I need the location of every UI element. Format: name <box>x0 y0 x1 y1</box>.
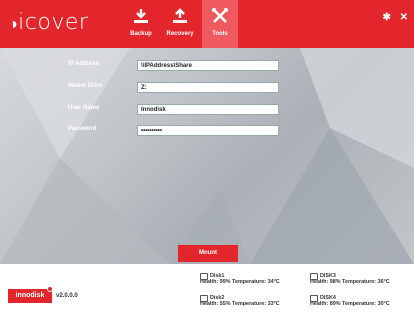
ip-address-label: IP Address <box>68 61 100 67</box>
background-pattern <box>0 48 414 264</box>
disk-status-3: DISK3 Health: 98% Temperature: 36°C <box>310 273 390 285</box>
tools-panel: IP Address \\IPAddress\Share Mount Drive… <box>0 48 414 264</box>
user-name-label: User Name <box>68 105 100 111</box>
header-bar: ◑icover Backup Recovery Tools ✱ ✕ <box>0 0 414 48</box>
download-icon <box>134 9 148 23</box>
logo-text: icover <box>18 10 89 35</box>
disk-stats: Health: 98% Temperature: 36°C <box>310 279 390 285</box>
status-footer: innodisk v2.0.0.0 Disk1 Health: 99% Temp… <box>0 264 414 316</box>
password-row: Password •••••••••• <box>0 125 414 137</box>
disk-status-2: Disk2 Health: 55% Temperature: 33°C <box>200 295 280 307</box>
nav-tools[interactable]: Tools <box>202 0 238 48</box>
disk-stats: Health: 89% Temperature: 30°C <box>310 301 390 307</box>
app-window: ◑icover Backup Recovery Tools ✱ ✕ IP Add… <box>0 0 414 316</box>
ip-address-field[interactable]: \\IPAddress\Share <box>137 60 279 71</box>
upload-icon <box>173 8 187 23</box>
password-field[interactable]: •••••••••• <box>137 125 279 136</box>
disk-icon <box>310 273 318 280</box>
window-controls: ✱ ✕ <box>376 12 408 23</box>
disk-stats: Health: 99% Temperature: 34°C <box>200 279 280 285</box>
user-name-field[interactable]: Innodisk <box>137 104 279 115</box>
mount-drive-row: Mount Drive Z: <box>0 82 414 94</box>
nav-tools-label: Tools <box>212 31 228 37</box>
user-name-row: User Name Innodisk <box>0 104 414 116</box>
nav-backup-label: Backup <box>130 31 152 37</box>
mount-drive-field[interactable]: Z: <box>137 82 279 93</box>
nav-backup[interactable]: Backup <box>123 0 159 48</box>
disk-status-4: DISK4 Health: 89% Temperature: 30°C <box>310 295 390 307</box>
mount-drive-label: Mount Drive <box>68 83 103 89</box>
innodisk-logo: innodisk <box>8 286 53 303</box>
disk-icon <box>310 295 318 302</box>
disk-icon <box>200 273 208 280</box>
disk-status-1: Disk1 Health: 99% Temperature: 34°C <box>200 273 280 285</box>
mount-button[interactable]: Mount <box>178 245 238 262</box>
tools-icon <box>212 8 228 23</box>
nav-recovery-label: Recovery <box>166 31 194 37</box>
disk-icon <box>200 295 208 302</box>
logo-mark: ◑ <box>8 14 19 33</box>
settings-icon[interactable]: ✱ <box>382 12 390 23</box>
version-label: v2.0.0.0 <box>56 293 78 299</box>
ip-address-row: IP Address \\IPAddress\Share <box>0 60 414 72</box>
disk-stats: Health: 55% Temperature: 33°C <box>200 301 280 307</box>
nav-recovery[interactable]: Recovery <box>162 0 198 48</box>
password-label: Password <box>68 126 97 132</box>
app-logo: ◑icover <box>8 10 88 35</box>
close-icon[interactable]: ✕ <box>400 12 408 23</box>
